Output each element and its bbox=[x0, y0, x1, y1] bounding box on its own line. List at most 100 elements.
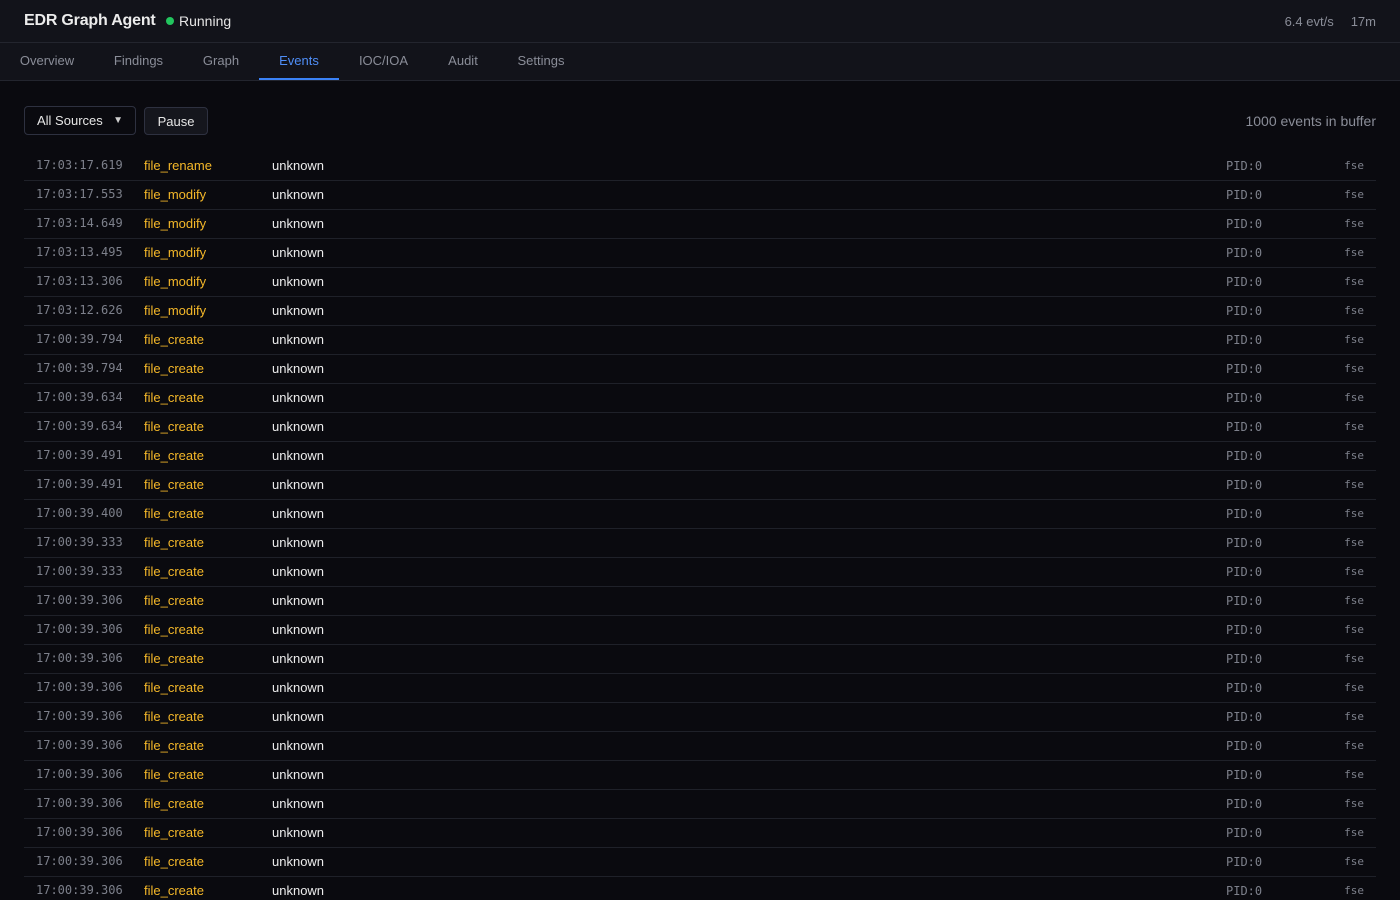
event-source: fse bbox=[1344, 826, 1364, 839]
event-pid: PID:0 bbox=[1226, 768, 1263, 782]
event-pid: PID:0 bbox=[1226, 710, 1263, 724]
event-timestamp: 17:00:39.333 bbox=[36, 535, 123, 549]
event-type: file_modify bbox=[144, 216, 207, 231]
event-pid: PID:0 bbox=[1226, 420, 1263, 434]
event-timestamp: 17:00:39.306 bbox=[36, 854, 123, 868]
event-source: fse bbox=[1344, 652, 1364, 665]
event-pid: PID:0 bbox=[1226, 507, 1263, 521]
event-type: file_create bbox=[144, 738, 204, 753]
event-pid: PID:0 bbox=[1226, 159, 1263, 173]
event-row[interactable]: 17:00:39.306 file_create unknown PID:0 fse bbox=[24, 790, 1376, 819]
tab-bar: Overview Findings Graph Events IOC/IOA A… bbox=[0, 43, 1400, 81]
event-process: unknown bbox=[272, 680, 325, 695]
event-source: fse bbox=[1344, 855, 1364, 868]
event-type: file_create bbox=[144, 622, 204, 637]
tab-ioc-ioa[interactable]: IOC/IOA bbox=[339, 43, 428, 80]
event-type: file_create bbox=[144, 535, 204, 550]
tab-audit[interactable]: Audit bbox=[428, 43, 498, 80]
event-row[interactable]: 17:00:39.306 file_create unknown PID:0 fse bbox=[24, 674, 1376, 703]
tab-events[interactable]: Events bbox=[259, 43, 339, 80]
event-row[interactable]: 17:00:39.491 file_create unknown PID:0 fse bbox=[24, 442, 1376, 471]
event-pid: PID:0 bbox=[1226, 188, 1263, 202]
tab-graph[interactable]: Graph bbox=[183, 43, 259, 80]
pause-button[interactable]: Pause bbox=[144, 107, 208, 135]
event-process: unknown bbox=[272, 651, 325, 666]
event-row[interactable]: 17:00:39.306 file_create unknown PID:0 fse bbox=[24, 587, 1376, 616]
event-row[interactable]: 17:03:17.619 file_rename unknown PID:0 fse bbox=[24, 152, 1376, 181]
event-timestamp: 17:00:39.306 bbox=[36, 622, 123, 636]
event-timestamp: 17:00:39.306 bbox=[36, 680, 123, 694]
event-source: fse bbox=[1344, 333, 1364, 346]
event-type: file_create bbox=[144, 651, 204, 666]
event-timestamp: 17:03:14.649 bbox=[36, 216, 123, 230]
event-row[interactable]: 17:00:39.306 file_create unknown PID:0 fse bbox=[24, 819, 1376, 848]
event-type: file_create bbox=[144, 854, 204, 869]
event-type: file_create bbox=[144, 883, 204, 898]
event-row[interactable]: 17:03:13.306 file_modify unknown PID:0 fse bbox=[24, 268, 1376, 297]
event-source: fse bbox=[1344, 507, 1364, 520]
event-source: fse bbox=[1344, 739, 1364, 752]
event-row[interactable]: 17:00:39.634 file_create unknown PID:0 fse bbox=[24, 384, 1376, 413]
source-filter-select[interactable]: All Sources ▼ bbox=[24, 106, 136, 135]
event-process: unknown bbox=[272, 245, 325, 260]
event-process: unknown bbox=[272, 158, 325, 173]
event-timestamp: 17:00:39.306 bbox=[36, 709, 123, 723]
event-row[interactable]: 17:00:39.634 file_create unknown PID:0 fse bbox=[24, 413, 1376, 442]
event-source: fse bbox=[1344, 710, 1364, 723]
event-pid: PID:0 bbox=[1226, 797, 1263, 811]
tab-overview[interactable]: Overview bbox=[0, 43, 94, 80]
event-rate: 6.4 evt/s bbox=[1284, 14, 1334, 29]
event-source: fse bbox=[1344, 246, 1364, 259]
event-row[interactable]: 17:00:39.306 file_create unknown PID:0 fse bbox=[24, 848, 1376, 877]
event-row[interactable]: 17:00:39.306 file_create unknown PID:0 fse bbox=[24, 703, 1376, 732]
event-type: file_create bbox=[144, 448, 204, 463]
event-timestamp: 17:00:39.794 bbox=[36, 332, 123, 346]
source-filter-value: All Sources bbox=[37, 113, 103, 128]
event-pid: PID:0 bbox=[1226, 855, 1263, 869]
app-title: EDR Graph Agent bbox=[24, 12, 156, 29]
event-timestamp: 17:00:39.634 bbox=[36, 419, 123, 433]
status-label: Running bbox=[179, 13, 232, 29]
event-process: unknown bbox=[272, 767, 325, 782]
event-row[interactable]: 17:00:39.794 file_create unknown PID:0 fse bbox=[24, 355, 1376, 384]
event-process: unknown bbox=[272, 419, 325, 434]
event-pid: PID:0 bbox=[1226, 275, 1263, 289]
event-source: fse bbox=[1344, 449, 1364, 462]
event-process: unknown bbox=[272, 477, 325, 492]
event-type: file_create bbox=[144, 593, 204, 608]
tab-findings[interactable]: Findings bbox=[94, 43, 183, 80]
event-timestamp: 17:00:39.491 bbox=[36, 448, 123, 462]
event-timestamp: 17:00:39.400 bbox=[36, 506, 123, 520]
event-process: unknown bbox=[272, 622, 325, 637]
event-row[interactable]: 17:00:39.306 file_create unknown PID:0 fse bbox=[24, 761, 1376, 790]
event-row[interactable]: 17:00:39.306 file_create unknown PID:0 fse bbox=[24, 645, 1376, 674]
event-row[interactable]: 17:03:17.553 file_modify unknown PID:0 fse bbox=[24, 181, 1376, 210]
status-indicator: Running bbox=[166, 13, 231, 29]
event-row[interactable]: 17:03:12.626 file_modify unknown PID:0 fse bbox=[24, 297, 1376, 326]
event-row[interactable]: 17:00:39.333 file_create unknown PID:0 fse bbox=[24, 558, 1376, 587]
event-row[interactable]: 17:00:39.306 file_create unknown PID:0 fse bbox=[24, 616, 1376, 645]
event-type: file_modify bbox=[144, 303, 207, 318]
event-row[interactable]: 17:00:39.491 file_create unknown PID:0 fse bbox=[24, 471, 1376, 500]
event-timestamp: 17:03:12.626 bbox=[36, 303, 123, 317]
event-row[interactable]: 17:00:39.333 file_create unknown PID:0 fse bbox=[24, 529, 1376, 558]
event-row[interactable]: 17:00:39.400 file_create unknown PID:0 fse bbox=[24, 500, 1376, 529]
event-process: unknown bbox=[272, 187, 325, 202]
event-row[interactable]: 17:03:13.495 file_modify unknown PID:0 fse bbox=[24, 239, 1376, 268]
event-pid: PID:0 bbox=[1226, 304, 1263, 318]
chevron-down-icon: ▼ bbox=[113, 115, 123, 126]
event-timestamp: 17:00:39.794 bbox=[36, 361, 123, 375]
event-process: unknown bbox=[272, 709, 325, 724]
event-row[interactable]: 17:00:39.306 file_create unknown PID:0 fse bbox=[24, 877, 1376, 900]
event-row[interactable]: 17:00:39.794 file_create unknown PID:0 fse bbox=[24, 326, 1376, 355]
event-row[interactable]: 17:03:14.649 file_modify unknown PID:0 fse bbox=[24, 210, 1376, 239]
header-stats: 6.4 evt/s 17m bbox=[1285, 14, 1376, 29]
event-process: unknown bbox=[272, 390, 325, 405]
buffer-count: 1000 events in buffer bbox=[1245, 113, 1376, 129]
event-pid: PID:0 bbox=[1226, 739, 1263, 753]
tab-settings[interactable]: Settings bbox=[498, 43, 584, 80]
event-pid: PID:0 bbox=[1226, 565, 1263, 579]
event-source: fse bbox=[1344, 623, 1364, 636]
event-row[interactable]: 17:00:39.306 file_create unknown PID:0 fse bbox=[24, 732, 1376, 761]
event-timestamp: 17:03:13.306 bbox=[36, 274, 123, 288]
